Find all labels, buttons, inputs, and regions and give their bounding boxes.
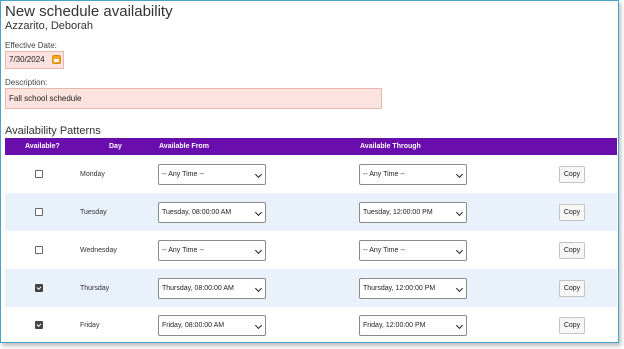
- table-header: Available? Day Available From Available …: [5, 138, 617, 155]
- header-available-through: Available Through: [360, 143, 421, 150]
- chevron-down-icon: [254, 284, 263, 292]
- chevron-down-icon: [254, 246, 263, 254]
- available-from-value: Friday, 08:00:00 AM: [162, 321, 225, 329]
- chevron-down-icon: [455, 321, 464, 329]
- chevron-down-icon: [455, 246, 464, 254]
- table-row: Friday Friday, 08:00:00 AM Friday, 12:00…: [5, 306, 617, 342]
- available-from-select[interactable]: -- Any Time --: [158, 239, 266, 261]
- available-through-select[interactable]: -- Any Time --: [359, 239, 467, 261]
- available-from-value: -- Any Time --: [162, 246, 205, 254]
- chevron-down-icon: [455, 170, 464, 178]
- available-from-value: Tuesday, 08:00:00 AM: [162, 208, 232, 216]
- available-checkbox[interactable]: [35, 321, 43, 329]
- description-label: Description:: [5, 78, 48, 87]
- available-through-select[interactable]: Tuesday, 12:00:00 PM: [359, 201, 467, 223]
- table-row: Monday -- Any Time -- -- Any Time -- Cop…: [5, 155, 617, 193]
- available-checkbox[interactable]: [35, 170, 43, 178]
- day-label: Monday: [80, 170, 105, 178]
- available-from-select[interactable]: -- Any Time --: [158, 163, 266, 185]
- header-day: Day: [109, 143, 122, 150]
- copy-button[interactable]: Copy: [559, 241, 585, 259]
- available-from-value: -- Any Time --: [162, 170, 205, 178]
- effective-date-label: Effective Date:: [5, 41, 57, 50]
- available-through-value: Tuesday, 12:00:00 PM: [363, 208, 433, 216]
- calendar-icon[interactable]: [52, 55, 61, 64]
- chevron-down-icon: [455, 284, 464, 292]
- available-through-value: -- Any Time --: [363, 170, 406, 178]
- chevron-down-icon: [455, 208, 464, 216]
- day-label: Thursday: [80, 284, 110, 292]
- copy-button[interactable]: Copy: [559, 279, 585, 297]
- chevron-down-icon: [254, 170, 263, 178]
- available-from-select[interactable]: Friday, 08:00:00 AM: [158, 314, 266, 336]
- available-from-value: Thursday, 08:00:00 AM: [162, 284, 234, 292]
- available-through-select[interactable]: Thursday, 12:00:00 PM: [359, 277, 467, 299]
- page-title: New schedule availability: [5, 3, 173, 20]
- table-row: Tuesday Tuesday, 08:00:00 AM Tuesday, 12…: [5, 193, 617, 231]
- available-checkbox[interactable]: [35, 208, 43, 216]
- chevron-down-icon: [254, 321, 263, 329]
- table-row: Thursday Thursday, 08:00:00 AM Thursday,…: [5, 269, 617, 307]
- available-checkbox[interactable]: [35, 246, 43, 254]
- day-label: Friday: [80, 321, 100, 329]
- person-name: Azzarito, Deborah: [5, 20, 94, 32]
- header-available: Available?: [25, 143, 60, 150]
- available-through-value: -- Any Time --: [363, 246, 406, 254]
- available-from-select[interactable]: Tuesday, 08:00:00 AM: [158, 201, 266, 223]
- available-through-select[interactable]: Friday, 12:00:00 PM: [359, 314, 467, 336]
- available-through-value: Friday, 12:00:00 PM: [363, 321, 426, 329]
- day-label: Wednesday: [80, 246, 117, 254]
- window: New schedule availability Azzarito, Debo…: [0, 0, 619, 343]
- chevron-down-icon: [254, 208, 263, 216]
- copy-button[interactable]: Copy: [559, 165, 585, 183]
- copy-button[interactable]: Copy: [559, 316, 585, 334]
- header-available-from: Available From: [159, 143, 209, 150]
- copy-button[interactable]: Copy: [559, 203, 585, 221]
- effective-date-value: 7/30/2024: [9, 55, 45, 64]
- available-from-select[interactable]: Thursday, 08:00:00 AM: [158, 277, 266, 299]
- available-through-value: Thursday, 12:00:00 PM: [363, 284, 436, 292]
- day-label: Tuesday: [80, 208, 107, 216]
- available-checkbox[interactable]: [35, 284, 43, 292]
- table-row: Wednesday -- Any Time -- -- Any Time -- …: [5, 231, 617, 269]
- effective-date-field[interactable]: 7/30/2024: [5, 51, 64, 69]
- description-value: Fall school schedule: [9, 94, 82, 103]
- availability-patterns-title: Availability Patterns: [5, 125, 101, 137]
- description-field[interactable]: Fall school schedule: [5, 88, 382, 109]
- available-through-select[interactable]: -- Any Time --: [359, 163, 467, 185]
